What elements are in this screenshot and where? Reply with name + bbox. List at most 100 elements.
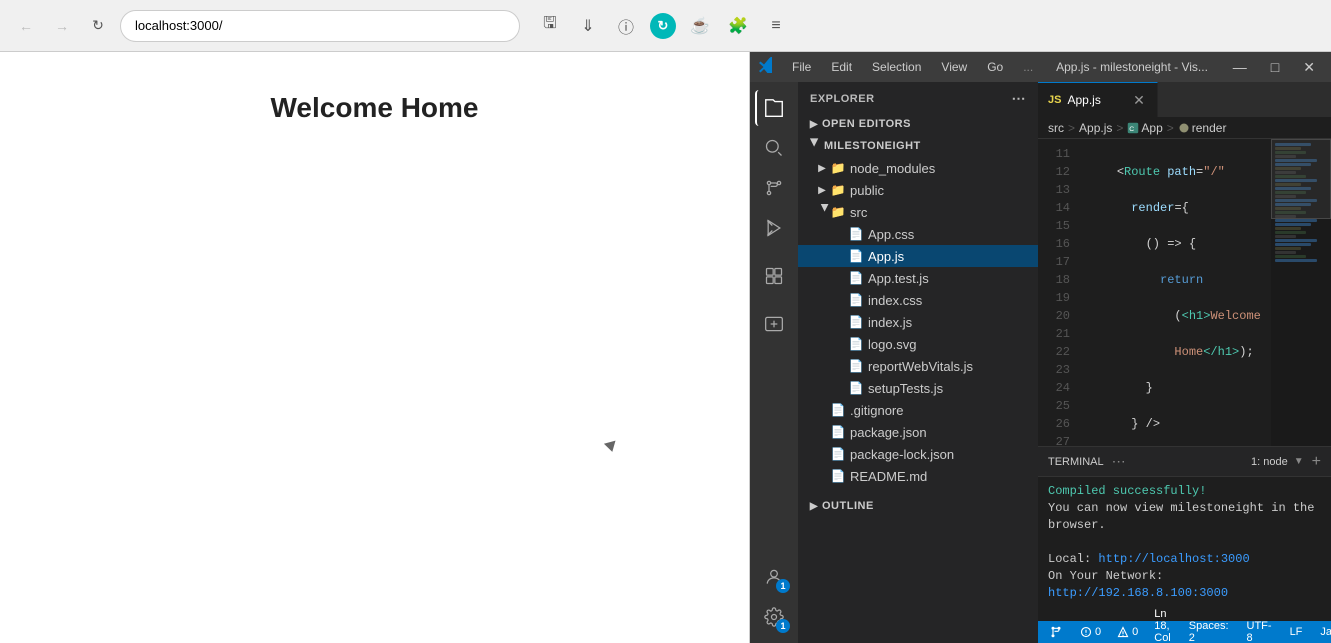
open-editors-arrow: ▶ xyxy=(806,119,822,130)
file-report-icon: 📄 xyxy=(848,358,864,374)
menu-selection[interactable]: Selection xyxy=(866,58,927,76)
sidebar-item-extensions[interactable] xyxy=(756,258,792,294)
tree-item-package-lock-json[interactable]: 📄 package-lock.json xyxy=(798,443,1038,465)
sync-button[interactable]: ↻ xyxy=(650,13,676,39)
sidebar-item-explorer[interactable] xyxy=(755,90,791,126)
settings-badge: 1 xyxy=(776,619,790,633)
open-editors-section[interactable]: ▶ OPEN EDITORS xyxy=(798,113,1038,135)
tab-app-js[interactable]: JS App.js ✕ xyxy=(1038,82,1158,117)
tree-item-setup-tests[interactable]: 📄 setupTests.js xyxy=(798,377,1038,399)
browser-forward-button[interactable]: → xyxy=(48,12,76,40)
eol-label: LF xyxy=(1290,626,1303,638)
milestoneight-arrow: ▶ xyxy=(809,138,820,154)
encoding-status[interactable]: UTF-8 xyxy=(1243,620,1276,643)
file-app-css-icon: 📄 xyxy=(848,226,864,242)
cursor xyxy=(605,442,617,454)
tree-item-index-css[interactable]: 📄 index.css xyxy=(798,289,1038,311)
tree-item-package-json[interactable]: 📄 package.json xyxy=(798,421,1038,443)
minimap xyxy=(1271,139,1331,446)
eol-status[interactable]: LF xyxy=(1286,626,1307,638)
network-url[interactable]: http://192.168.8.100:3000 xyxy=(1048,586,1228,600)
tree-item-gitignore[interactable]: 📄 .gitignore xyxy=(798,399,1038,421)
browser-menu-button[interactable]: ≡ xyxy=(762,12,790,40)
git-branch-status[interactable] xyxy=(1046,626,1068,638)
tree-item-app-js[interactable]: 📄 App.js xyxy=(798,245,1038,267)
sidebar-item-run[interactable] xyxy=(756,210,792,246)
file-index-css-icon: 📄 xyxy=(848,292,864,308)
spaces-label: Spaces: 2 xyxy=(1189,620,1229,643)
tree-item-src[interactable]: ▶ 📁 src xyxy=(798,201,1038,223)
outline-section[interactable]: ▶ OUTLINE xyxy=(798,495,1038,517)
breadcrumb-render[interactable]: render xyxy=(1178,121,1227,135)
breadcrumb-app-class[interactable]: C App xyxy=(1127,121,1162,135)
tree-item-logo-svg[interactable]: 📄 logo.svg xyxy=(798,333,1038,355)
terminal-options-button[interactable]: ⋯ xyxy=(1112,453,1126,470)
sidebar-item-search[interactable] xyxy=(756,130,792,166)
shield-button[interactable]: ☕ xyxy=(686,12,714,40)
tab-file-icon: JS xyxy=(1048,94,1061,106)
public-arrow: ▶ xyxy=(814,182,830,198)
spaces-status[interactable]: Spaces: 2 xyxy=(1185,620,1233,643)
warnings-status[interactable]: 0 xyxy=(1113,626,1142,638)
close-button[interactable]: ✕ xyxy=(1295,59,1323,76)
sidebar-item-remote[interactable] xyxy=(756,306,792,342)
terminal-session-select[interactable]: 1: node ▼ xyxy=(1251,456,1304,468)
language-label: JavaScript xyxy=(1320,626,1331,638)
extensions-browser-button[interactable]: 🧩 xyxy=(724,12,752,40)
folder-src-icon: 📁 xyxy=(830,204,846,220)
tree-item-public[interactable]: ▶ 📁 public xyxy=(798,179,1038,201)
file-setup-tests-icon: 📄 xyxy=(848,380,864,396)
editor-breadcrumb: src > App.js > C App > xyxy=(1038,117,1331,139)
cursor-position-status[interactable]: Ln 18, Col 27 xyxy=(1150,608,1175,643)
terminal-area: TERMINAL ⋯ 1: node ▼ + Compiled successf… xyxy=(1038,446,1331,621)
code-content[interactable]: <Route path="/" render={ () => { return … xyxy=(1078,139,1271,446)
maximize-button[interactable]: □ xyxy=(1263,59,1287,75)
explorer-header: EXPLORER ⋯ xyxy=(798,82,1038,113)
tree-item-node-modules[interactable]: ▶ 📁 node_modules xyxy=(798,157,1038,179)
file-logo-icon: 📄 xyxy=(848,336,864,352)
sidebar-item-settings[interactable]: 1 xyxy=(756,599,792,635)
menu-go[interactable]: Go xyxy=(981,58,1009,76)
language-status[interactable]: JavaScript xyxy=(1316,626,1331,638)
terminal-content: Compiled successfully! You can now view … xyxy=(1038,477,1331,621)
browser-content: Welcome Home xyxy=(0,52,750,643)
tree-item-index-js[interactable]: 📄 index.js xyxy=(798,311,1038,333)
file-app-js-icon: 📄 xyxy=(848,248,864,264)
breadcrumb-src[interactable]: src xyxy=(1048,121,1064,135)
milestoneight-section[interactable]: ▶ MILESTONEIGHT xyxy=(798,135,1038,157)
tree-item-app-test-js[interactable]: 📄 App.test.js xyxy=(798,267,1038,289)
pocket-button[interactable]: 🖫 xyxy=(536,12,564,40)
errors-status[interactable]: 0 xyxy=(1076,626,1105,638)
download-button[interactable]: ⇓ xyxy=(574,12,602,40)
url-bar[interactable] xyxy=(120,10,520,42)
local-url[interactable]: http://localhost:3000 xyxy=(1098,552,1249,566)
tab-close-button[interactable]: ✕ xyxy=(1131,92,1147,108)
terminal-dropdown-icon: ▼ xyxy=(1294,456,1304,467)
browser-back-button[interactable]: ← xyxy=(12,12,40,40)
src-arrow: ▶ xyxy=(814,204,830,220)
info-button[interactable]: ⓘ xyxy=(612,12,640,40)
encoding-label: UTF-8 xyxy=(1247,620,1272,643)
tree-item-report-web-vitals[interactable]: 📄 reportWebVitals.js xyxy=(798,355,1038,377)
sidebar-item-git[interactable] xyxy=(756,170,792,206)
file-package-json-icon: 📄 xyxy=(830,424,846,440)
explorer-panel: EXPLORER ⋯ ▶ OPEN EDITORS ▶ MILESTONEIGH… xyxy=(798,82,1038,643)
minimize-button[interactable]: — xyxy=(1225,59,1255,75)
breadcrumb-appjs[interactable]: App.js xyxy=(1079,121,1112,135)
explorer-menu-icon[interactable]: ⋯ xyxy=(1012,90,1027,107)
terminal-add-button[interactable]: + xyxy=(1312,454,1321,470)
menu-edit[interactable]: Edit xyxy=(825,58,858,76)
file-app-test-icon: 📄 xyxy=(848,270,864,286)
menu-view[interactable]: View xyxy=(935,58,973,76)
menu-more[interactable]: ... xyxy=(1017,58,1039,76)
activity-bar: 1 1 xyxy=(750,82,798,643)
line-col: Ln 18, Col 27 xyxy=(1154,608,1171,643)
window-title: App.js - milestoneight - Vis... xyxy=(1056,60,1208,74)
browser-reload-button[interactable]: ↻ xyxy=(84,12,112,40)
menu-file[interactable]: File xyxy=(786,58,817,76)
tree-item-readme[interactable]: 📄 README.md xyxy=(798,465,1038,487)
sidebar-item-account[interactable]: 1 xyxy=(756,559,792,595)
terminal-label: TERMINAL xyxy=(1048,456,1104,468)
svg-text:C: C xyxy=(1130,126,1135,133)
tree-item-app-css[interactable]: 📄 App.css xyxy=(798,223,1038,245)
